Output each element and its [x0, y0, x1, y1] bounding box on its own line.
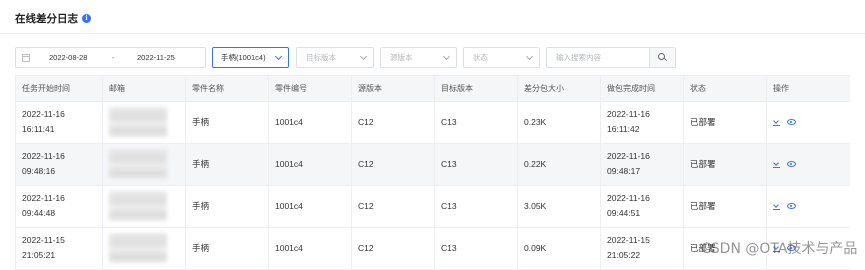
calendar-icon [22, 54, 30, 62]
eye-icon[interactable] [787, 203, 796, 209]
chevron-down-icon [274, 52, 283, 61]
redacted-email [109, 233, 167, 263]
column-header: 目标版本 [434, 76, 518, 102]
actions-cell [766, 101, 850, 144]
status-select[interactable]: 状态 [463, 47, 540, 68]
info-icon[interactable]: i [82, 13, 91, 23]
target-version-select[interactable]: 目标版本 [296, 47, 374, 68]
actions-cell [766, 143, 850, 186]
package-size-cell: 0.23K [517, 101, 601, 144]
start-time-cell: 2022-11-16 09:44:48 [15, 185, 103, 228]
download-icon[interactable] [773, 202, 780, 210]
column-header: 零件名称 [185, 76, 269, 102]
target-version-cell: C13 [434, 143, 518, 186]
part-select-value: 手柄(1001c4) [221, 53, 266, 62]
search-placeholder: 输入搜索内容 [556, 53, 601, 62]
chevron-down-icon [525, 52, 534, 61]
package-size-cell: 3.05K [517, 185, 601, 228]
column-header: 状态 [683, 76, 767, 102]
column-header: 源版本 [351, 76, 435, 102]
part-select[interactable]: 手柄(1001c4) [212, 47, 289, 68]
source-version-cell: C12 [351, 227, 435, 270]
column-header: 任务开始时间 [15, 76, 103, 102]
target-version-cell: C13 [434, 227, 518, 270]
table-header-row: 任务开始时间 邮箱 零件名称 零件编号 源版本 目标版本 差分包大小 做包完成时… [15, 76, 850, 102]
table-row: 2022-11-16 09:48:16 手柄 1001c4 C12 C13 0.… [15, 143, 850, 186]
finish-time-cell: 2022-11-16 09:44:51 [600, 185, 684, 228]
search-button[interactable] [649, 47, 676, 68]
chevron-down-icon [442, 52, 451, 61]
target-version-cell: C13 [434, 185, 518, 228]
column-header: 差分包大小 [517, 76, 601, 102]
part-name-cell: 手柄 [185, 185, 269, 228]
status-cell: 已部署 [683, 185, 767, 228]
part-name-cell: 手柄 [185, 101, 269, 144]
source-version-placeholder: 源版本 [390, 53, 413, 62]
status-cell: 已部署 [683, 143, 767, 186]
start-time-cell: 2022-11-16 16:11:41 [15, 101, 103, 144]
source-version-cell: C12 [351, 185, 435, 228]
start-time-cell: 2022-11-15 21:05:21 [15, 227, 103, 270]
finish-time-cell: 2022-11-16 09:48:17 [600, 143, 684, 186]
target-version-placeholder: 目标版本 [306, 53, 336, 62]
download-icon[interactable] [773, 118, 780, 126]
part-name-cell: 手柄 [185, 143, 269, 186]
redacted-email [109, 149, 167, 179]
status-cell: 已部署 [683, 101, 767, 144]
finish-time-cell: 2022-11-15 21:05:22 [600, 227, 684, 270]
column-header: 做包完成时间 [600, 76, 684, 102]
part-no-cell: 1001c4 [268, 101, 352, 144]
part-name-cell: 手柄 [185, 227, 269, 270]
date-separator: - [112, 53, 115, 62]
part-no-cell: 1001c4 [268, 185, 352, 228]
column-header: 操作 [766, 76, 850, 102]
email-cell [102, 185, 186, 228]
search-input[interactable]: 输入搜索内容 [546, 47, 650, 68]
email-cell [102, 227, 186, 270]
package-size-cell: 0.22K [517, 143, 601, 186]
date-end[interactable]: 2022-11-25 [137, 53, 175, 62]
status-placeholder: 状态 [473, 53, 488, 62]
eye-icon[interactable] [787, 161, 796, 167]
date-start[interactable]: 2022-08-28 [49, 53, 87, 62]
start-time-cell: 2022-11-16 09:48:16 [15, 143, 103, 186]
part-no-cell: 1001c4 [268, 227, 352, 270]
watermark: CSDN @OTA技术与产品 [701, 241, 858, 257]
redacted-email [109, 107, 167, 137]
header-divider [0, 33, 865, 34]
chevron-down-icon [359, 52, 368, 61]
column-header: 邮箱 [102, 76, 186, 102]
page-title: 在线差分日志 [15, 12, 78, 25]
part-no-cell: 1001c4 [268, 143, 352, 186]
table-row: 2022-11-16 09:44:48 手柄 1001c4 C12 C13 3.… [15, 185, 850, 228]
date-range-picker[interactable]: 2022-08-28 - 2022-11-25 [15, 47, 206, 68]
column-header: 零件编号 [268, 76, 352, 102]
search-icon [658, 53, 667, 62]
download-icon[interactable] [773, 160, 780, 168]
source-version-select[interactable]: 源版本 [380, 47, 457, 68]
email-cell [102, 101, 186, 144]
eye-icon[interactable] [787, 119, 796, 125]
finish-time-cell: 2022-11-16 16:11:42 [600, 101, 684, 144]
target-version-cell: C13 [434, 101, 518, 144]
actions-cell [766, 185, 850, 228]
email-cell [102, 143, 186, 186]
package-size-cell: 0.09K [517, 227, 601, 270]
redacted-email [109, 191, 167, 221]
table-row: 2022-11-16 16:11:41 手柄 1001c4 C12 C13 0.… [15, 101, 850, 144]
source-version-cell: C12 [351, 143, 435, 186]
source-version-cell: C12 [351, 101, 435, 144]
page-header: 在线差分日志 i [15, 10, 91, 26]
